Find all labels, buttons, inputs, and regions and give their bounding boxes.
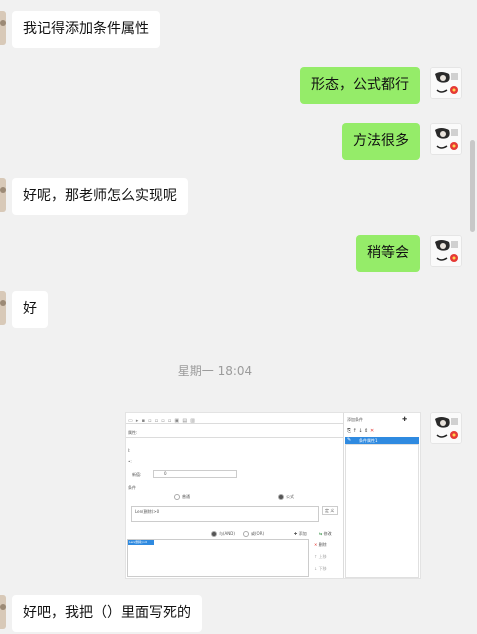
- message-bubble[interactable]: 稍等会: [356, 235, 420, 272]
- pencil-icon: ✎: [347, 437, 352, 443]
- panel-list-item-selected[interactable]: 条件属性1: [345, 437, 419, 444]
- add-button[interactable]: ✚ 添加: [294, 531, 307, 537]
- my-avatar[interactable]: [430, 123, 462, 155]
- profile-icon: [431, 124, 461, 154]
- panel-title: 添加条件: [347, 417, 363, 422]
- down-button[interactable]: ↓ 下移: [314, 566, 327, 572]
- mode-normal-label: 普通: [182, 494, 190, 499]
- message-bubble[interactable]: 好吧，我把（）里面写死的: [12, 595, 202, 632]
- contact-avatar[interactable]: [0, 291, 6, 325]
- message-bubble[interactable]: 我记得添加条件属性: [12, 11, 160, 48]
- prop-underline: [126, 437, 344, 438]
- and-radio[interactable]: [211, 531, 217, 537]
- mode-normal-radio[interactable]: [174, 494, 180, 500]
- field-mark: •:: [128, 459, 132, 464]
- contact-avatar[interactable]: [0, 11, 6, 45]
- mode-formula-radio[interactable]: [278, 494, 284, 500]
- mode-formula-label: 公式: [286, 494, 294, 499]
- my-avatar[interactable]: [430, 235, 462, 267]
- message-bubble[interactable]: 好: [12, 291, 48, 328]
- scrollbar[interactable]: [470, 140, 475, 232]
- profile-icon: [431, 413, 461, 443]
- profile-icon: [431, 236, 461, 266]
- profile-icon: [431, 68, 461, 98]
- cond-header: 条件: [128, 485, 136, 490]
- define-button[interactable]: 定 义: [322, 506, 338, 515]
- my-avatar[interactable]: [430, 67, 462, 99]
- panel-divider: [343, 413, 344, 578]
- toolbar-icons: ▭ ▸ ▪ ▫ ▫ ▫ ▫ ▣ ▤ ▥: [128, 418, 195, 424]
- message-bubble[interactable]: 形态，公式都行: [300, 67, 420, 104]
- formula-input[interactable]: Len(删除)>0: [131, 506, 319, 522]
- field-mark: I:: [128, 448, 131, 453]
- message-bubble[interactable]: 好呢，那老师怎么实现呢: [12, 178, 188, 215]
- and-label: 与(AND): [219, 531, 235, 536]
- contact-avatar[interactable]: [0, 178, 6, 212]
- screenshot-image[interactable]: ▭ ▸ ▪ ▫ ▫ ▫ ▫ ▣ ▤ ▥ 属性: I: •: 新值: 0 条件 普…: [125, 412, 421, 579]
- timestamp: 星期一 18:04: [177, 364, 253, 378]
- new-value-input[interactable]: 0: [153, 470, 237, 478]
- modify-button[interactable]: ⇆ 修改: [319, 531, 332, 537]
- up-button[interactable]: ↑ 上移: [314, 554, 327, 560]
- contact-avatar[interactable]: [0, 595, 6, 629]
- condition-row-selected[interactable]: Len(删除)>0: [128, 540, 154, 545]
- or-label: 或(OR): [251, 531, 265, 536]
- condition-list[interactable]: [127, 539, 309, 577]
- message-bubble[interactable]: 方法很多: [342, 123, 420, 160]
- panel-toolbar-icons: ⎘ ↑ ↓ ⇕ ✕: [347, 428, 375, 434]
- panel-add-icon[interactable]: ✚: [402, 416, 407, 423]
- or-radio[interactable]: [243, 531, 249, 537]
- my-avatar[interactable]: [430, 412, 462, 444]
- delete-button[interactable]: ✕ 删除: [314, 542, 327, 548]
- new-label: 新值:: [132, 472, 142, 477]
- prop-label: 属性:: [128, 430, 138, 435]
- panel-list[interactable]: [345, 444, 419, 578]
